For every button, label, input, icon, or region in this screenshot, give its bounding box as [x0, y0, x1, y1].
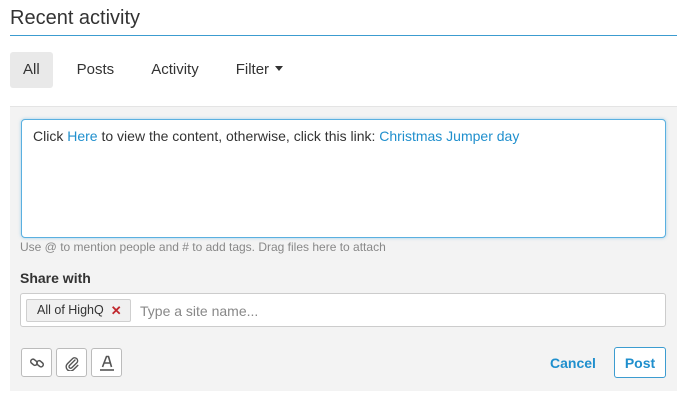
- tab-filter-dropdown[interactable]: Filter: [223, 52, 296, 88]
- insert-link-button[interactable]: [21, 348, 52, 377]
- page-header: Recent activity: [10, 6, 677, 36]
- tab-activity[interactable]: Activity: [138, 52, 212, 88]
- christmas-jumper-link[interactable]: Christmas Jumper day: [379, 128, 519, 144]
- activity-tabs: All Posts Activity Filter: [10, 52, 307, 88]
- share-with-label: Share with: [20, 270, 91, 286]
- text-format-button[interactable]: [91, 348, 122, 377]
- post-button-label: Post: [624, 354, 656, 371]
- page-title: Recent activity: [10, 7, 141, 29]
- tab-activity-label: Activity: [151, 61, 199, 78]
- tab-filter-label: Filter: [235, 61, 270, 78]
- paperclip-icon: [64, 356, 78, 371]
- tab-all[interactable]: All: [10, 52, 53, 88]
- tab-posts[interactable]: Posts: [64, 52, 128, 88]
- share-with-field[interactable]: All of HighQ ✕: [20, 293, 666, 327]
- post-button[interactable]: Post: [614, 347, 666, 378]
- post-composer: Click Here to view the content, otherwis…: [10, 106, 677, 391]
- editor-hint: Use @ to mention people and # to add tag…: [20, 240, 386, 254]
- remove-tag-icon[interactable]: ✕: [111, 300, 122, 321]
- editor-text-before: Click: [33, 128, 68, 144]
- title-divider: [10, 35, 677, 36]
- attach-file-button[interactable]: [56, 348, 87, 377]
- link-icon: [29, 357, 44, 368]
- editor-content: Click Here to view the content, otherwis…: [33, 128, 519, 144]
- share-tag-label: All of HighQ: [37, 303, 104, 317]
- editor-text-middle: to view the content, otherwise, click th…: [97, 128, 380, 144]
- share-tag: All of HighQ ✕: [26, 299, 131, 322]
- text-format-icon: [99, 355, 114, 371]
- site-name-input[interactable]: [138, 297, 642, 325]
- here-link[interactable]: Here: [67, 128, 97, 144]
- post-editor[interactable]: Click Here to view the content, otherwis…: [21, 119, 666, 238]
- caret-down-icon: [275, 65, 284, 71]
- tab-posts-label: Posts: [76, 61, 115, 78]
- cancel-button[interactable]: Cancel: [550, 355, 596, 371]
- tab-all-label: All: [23, 61, 40, 78]
